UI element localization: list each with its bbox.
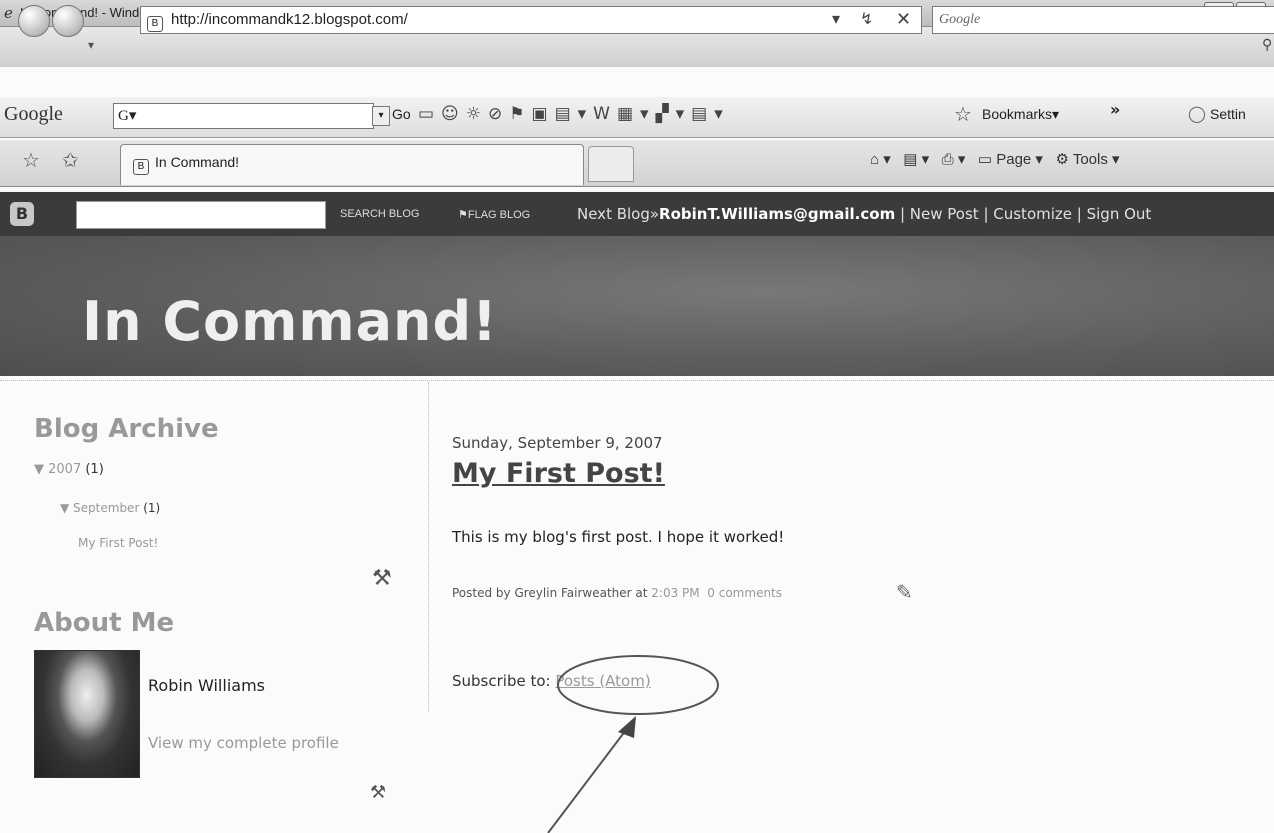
highlight-circle xyxy=(557,655,719,715)
annotation-overlay xyxy=(547,655,719,833)
annotation-arrow-line xyxy=(547,721,633,833)
annotation-arrow-head xyxy=(618,716,636,738)
